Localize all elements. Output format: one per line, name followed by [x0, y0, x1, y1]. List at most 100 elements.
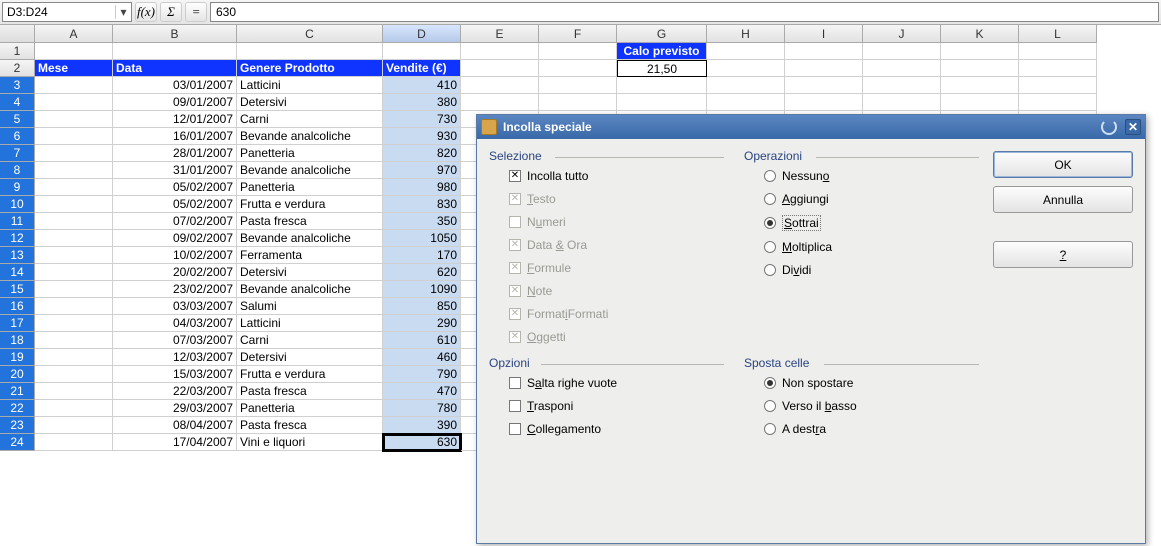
cell-C5[interactable]: Carni [237, 111, 383, 128]
ok-button[interactable]: OK [993, 151, 1133, 178]
row-header-8[interactable]: 8 [0, 162, 35, 179]
row-header-7[interactable]: 7 [0, 145, 35, 162]
cell-A19[interactable] [35, 349, 113, 366]
cell-F1[interactable] [539, 43, 617, 60]
cell-C18[interactable]: Carni [237, 332, 383, 349]
column-header-F[interactable]: F [539, 25, 617, 43]
row-header-10[interactable]: 10 [0, 196, 35, 213]
row-header-4[interactable]: 4 [0, 94, 35, 111]
cell-E1[interactable] [461, 43, 539, 60]
cell-C22[interactable]: Panetteria [237, 400, 383, 417]
cell-B19[interactable]: 12/03/2007 [113, 349, 237, 366]
cell-B5[interactable]: 12/01/2007 [113, 111, 237, 128]
cell-C16[interactable]: Salumi [237, 298, 383, 315]
cell-B22[interactable]: 29/03/2007 [113, 400, 237, 417]
cell-D3[interactable]: 410 [383, 77, 461, 94]
cell-C17[interactable]: Latticini [237, 315, 383, 332]
column-header-A[interactable]: A [35, 25, 113, 43]
cell-B9[interactable]: 05/02/2007 [113, 179, 237, 196]
cell-B12[interactable]: 09/02/2007 [113, 230, 237, 247]
cell-A9[interactable] [35, 179, 113, 196]
column-header-C[interactable]: C [237, 25, 383, 43]
cell-A4[interactable] [35, 94, 113, 111]
row-header-14[interactable]: 14 [0, 264, 35, 281]
cell-J3[interactable] [863, 77, 941, 94]
cell-D12[interactable]: 1050 [383, 230, 461, 247]
cell-B24[interactable]: 17/04/2007 [113, 434, 237, 451]
row-header-2[interactable]: 2 [0, 60, 35, 77]
cell-G4[interactable] [617, 94, 707, 111]
cell-A12[interactable] [35, 230, 113, 247]
cell-A8[interactable] [35, 162, 113, 179]
cell-B1[interactable] [113, 43, 237, 60]
cell-D5[interactable]: 730 [383, 111, 461, 128]
cell-A6[interactable] [35, 128, 113, 145]
checkbox-skip-empty[interactable]: Salta righe vuoteSalta righe vuote [509, 376, 724, 390]
cell-C23[interactable]: Pasta fresca [237, 417, 383, 434]
cell-D8[interactable]: 970 [383, 162, 461, 179]
cell-D11[interactable]: 350 [383, 213, 461, 230]
cell-D1[interactable] [383, 43, 461, 60]
cell-D10[interactable]: 830 [383, 196, 461, 213]
cell-A10[interactable] [35, 196, 113, 213]
cell-C1[interactable] [237, 43, 383, 60]
cell-H1[interactable] [707, 43, 785, 60]
function-wizard-button[interactable]: f(x) [135, 2, 157, 22]
select-all-corner[interactable] [0, 25, 35, 43]
cell-A15[interactable] [35, 281, 113, 298]
cell-I4[interactable] [785, 94, 863, 111]
row-header-22[interactable]: 22 [0, 400, 35, 417]
cell-D6[interactable]: 930 [383, 128, 461, 145]
cancel-button[interactable]: Annulla [993, 186, 1133, 213]
radio-op-multiply[interactable]: MoltiplicaMoltiplica [764, 240, 979, 254]
cell-L4[interactable] [1019, 94, 1097, 111]
cell-K4[interactable] [941, 94, 1019, 111]
cell-I1[interactable] [785, 43, 863, 60]
cell-H3[interactable] [707, 77, 785, 94]
cell-C12[interactable]: Bevande analcoliche [237, 230, 383, 247]
row-header-17[interactable]: 17 [0, 315, 35, 332]
cell-B8[interactable]: 31/01/2007 [113, 162, 237, 179]
cell-D14[interactable]: 620 [383, 264, 461, 281]
cell-C4[interactable]: Detersivi [237, 94, 383, 111]
checkbox-link[interactable]: CollegamentoCollegamento [509, 422, 724, 436]
formula-input[interactable]: 630 [210, 2, 1159, 22]
cell-B4[interactable]: 09/01/2007 [113, 94, 237, 111]
cell-B21[interactable]: 22/03/2007 [113, 383, 237, 400]
column-header-K[interactable]: K [941, 25, 1019, 43]
cell-A20[interactable] [35, 366, 113, 383]
cell-E4[interactable] [461, 94, 539, 111]
cell-A14[interactable] [35, 264, 113, 281]
cell-D22[interactable]: 780 [383, 400, 461, 417]
row-header-19[interactable]: 19 [0, 349, 35, 366]
cell-D19[interactable]: 460 [383, 349, 461, 366]
row-header-3[interactable]: 3 [0, 77, 35, 94]
column-header-D[interactable]: D [383, 25, 461, 43]
cell-A17[interactable] [35, 315, 113, 332]
cell-A13[interactable] [35, 247, 113, 264]
cell-J2[interactable] [863, 60, 941, 77]
cell-C10[interactable]: Frutta e verdura [237, 196, 383, 213]
row-header-5[interactable]: 5 [0, 111, 35, 128]
cell-I3[interactable] [785, 77, 863, 94]
row-header-21[interactable]: 21 [0, 383, 35, 400]
row-header-12[interactable]: 12 [0, 230, 35, 247]
cell-K1[interactable] [941, 43, 1019, 60]
radio-shift-down[interactable]: Verso il bassoVerso il basso [764, 399, 979, 413]
cell-D7[interactable]: 820 [383, 145, 461, 162]
column-header-E[interactable]: E [461, 25, 539, 43]
help-button[interactable]: ? [993, 241, 1133, 268]
row-header-1[interactable]: 1 [0, 43, 35, 60]
cell-C19[interactable]: Detersivi [237, 349, 383, 366]
cell-B20[interactable]: 15/03/2007 [113, 366, 237, 383]
cell-D2[interactable]: Vendite (€) [383, 60, 461, 77]
cell-A24[interactable] [35, 434, 113, 451]
cell-B15[interactable]: 23/02/2007 [113, 281, 237, 298]
radio-op-none[interactable]: NessunoNessuno [764, 169, 979, 183]
radio-op-subtract[interactable]: SottraiSottrai [764, 215, 979, 231]
row-header-16[interactable]: 16 [0, 298, 35, 315]
column-header-B[interactable]: B [113, 25, 237, 43]
cell-D21[interactable]: 470 [383, 383, 461, 400]
close-button[interactable]: ✕ [1125, 119, 1141, 135]
row-header-15[interactable]: 15 [0, 281, 35, 298]
